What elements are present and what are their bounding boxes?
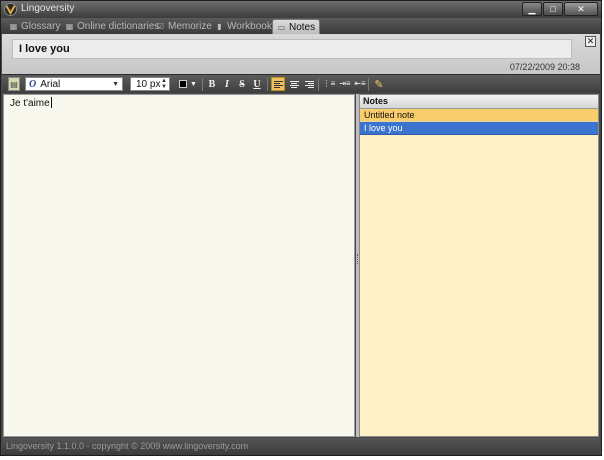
tab-notes[interactable]: ▭ Notes — [272, 19, 321, 34]
minimize-icon: ▁ — [528, 4, 536, 14]
title-bar[interactable]: Lingoversity ▁ □ ✕ — [1, 1, 601, 18]
font-size-value: 10 px — [136, 78, 161, 90]
list-item[interactable]: Untitled note — [360, 109, 598, 122]
eraser-icon: ✎ — [374, 78, 384, 91]
notes-panel-header: Notes — [360, 95, 598, 109]
note-editor[interactable]: Je t'aime — [3, 94, 355, 437]
align-right-button[interactable] — [302, 77, 316, 91]
align-left-icon — [273, 80, 283, 88]
indent-button[interactable]: ⇥≡ — [338, 77, 352, 91]
grid-icon: ▦ — [9, 22, 18, 31]
align-left-button[interactable] — [271, 77, 285, 91]
toolbar-divider — [267, 78, 268, 91]
window-title: Lingoversity — [21, 3, 75, 14]
splitter-grip-icon — [357, 254, 358, 264]
maximize-button[interactable]: □ — [543, 2, 563, 16]
close-icon: ✕ — [577, 4, 585, 14]
bold-button[interactable]: B — [206, 77, 218, 91]
outdent-icon: ⇤≡ — [354, 79, 366, 88]
editor-text: Je t'aime — [10, 98, 50, 109]
align-center-button[interactable] — [287, 77, 301, 91]
window-controls: ▁ □ ✕ — [521, 2, 598, 16]
note-icon: ▭ — [277, 22, 286, 32]
tab-label: Notes — [289, 21, 316, 33]
font-family-select[interactable]: O Arial ▼ — [25, 77, 123, 91]
font-size-stepper[interactable]: 10 px ▲ ▼ — [130, 77, 170, 91]
close-button[interactable]: ✕ — [564, 2, 598, 16]
toolbar-divider — [368, 78, 369, 91]
bullet-list-icon: ⋮≡ — [322, 79, 336, 88]
note-title-field[interactable]: I love you — [12, 39, 572, 59]
spinner-arrows-icon: ▲ ▼ — [161, 78, 167, 90]
maximize-icon: □ — [550, 4, 556, 14]
indent-icon: ⇥≡ — [339, 79, 351, 88]
tab-label: Online dictionaries — [77, 21, 160, 32]
italic-button[interactable]: I — [221, 77, 233, 91]
note-timestamp: 07/22/2009 20:38 — [509, 62, 580, 72]
bullet-list-button[interactable]: ⋮≡ — [322, 77, 336, 91]
minimize-button[interactable]: ▁ — [522, 2, 542, 16]
strikethrough-button[interactable]: S — [236, 77, 248, 91]
clear-format-button[interactable]: ✎ — [372, 77, 386, 91]
text-cursor — [50, 97, 52, 108]
notes-panel: Notes Untitled note I love you — [359, 94, 599, 437]
status-bar: Lingoversity 1.1.0.0 - copyright © 2009 … — [2, 438, 600, 455]
chevron-down-icon: ▼ — [190, 80, 197, 88]
app-window: Lingoversity ▁ □ ✕ ▦ Glossary ▦ Online d… — [0, 0, 602, 456]
format-toolbar: ▤ O Arial ▼ 10 px ▲ ▼ ▼ B I S U ⋮≡ ⇥≡ ⇤≡… — [2, 74, 600, 93]
grid-icon: ▦ — [65, 22, 74, 31]
document-icon: ▤ — [10, 79, 18, 89]
app-logo-icon — [4, 3, 17, 16]
list-item[interactable]: I love you — [360, 122, 598, 135]
tab-label: Workbook — [227, 21, 272, 32]
font-type-icon: O — [29, 78, 37, 90]
align-center-icon — [289, 80, 299, 88]
color-swatch — [179, 80, 187, 88]
toolbar-divider — [202, 78, 203, 91]
align-right-icon — [304, 80, 314, 88]
chevron-down-icon: ▼ — [112, 80, 119, 88]
close-note-button[interactable]: ✕ — [585, 36, 596, 47]
note-header: I love you ✕ 07/22/2009 20:38 — [2, 34, 600, 74]
document-button[interactable]: ▤ — [8, 77, 20, 91]
tab-workbook[interactable]: ▮ Workbook — [211, 19, 276, 34]
underline-button[interactable]: U — [251, 77, 263, 91]
toolbar-divider — [318, 78, 319, 91]
tab-memorize[interactable]: ☑ Memorize — [152, 19, 216, 34]
tab-strip: ▦ Glossary ▦ Online dictionaries ☑ Memor… — [1, 18, 601, 34]
tab-label: Memorize — [168, 21, 212, 32]
text-color-button[interactable]: ▼ — [177, 77, 199, 91]
check-icon: ☑ — [156, 22, 165, 31]
workbook-icon: ▮ — [217, 22, 222, 31]
close-icon: ✕ — [586, 36, 595, 46]
outdent-button[interactable]: ⇤≡ — [353, 77, 367, 91]
font-family-value: Arial — [40, 78, 61, 90]
tab-label: Glossary — [21, 21, 61, 32]
tab-glossary[interactable]: ▦ Glossary — [5, 19, 64, 34]
tab-online-dictionaries[interactable]: ▦ Online dictionaries — [61, 19, 163, 34]
